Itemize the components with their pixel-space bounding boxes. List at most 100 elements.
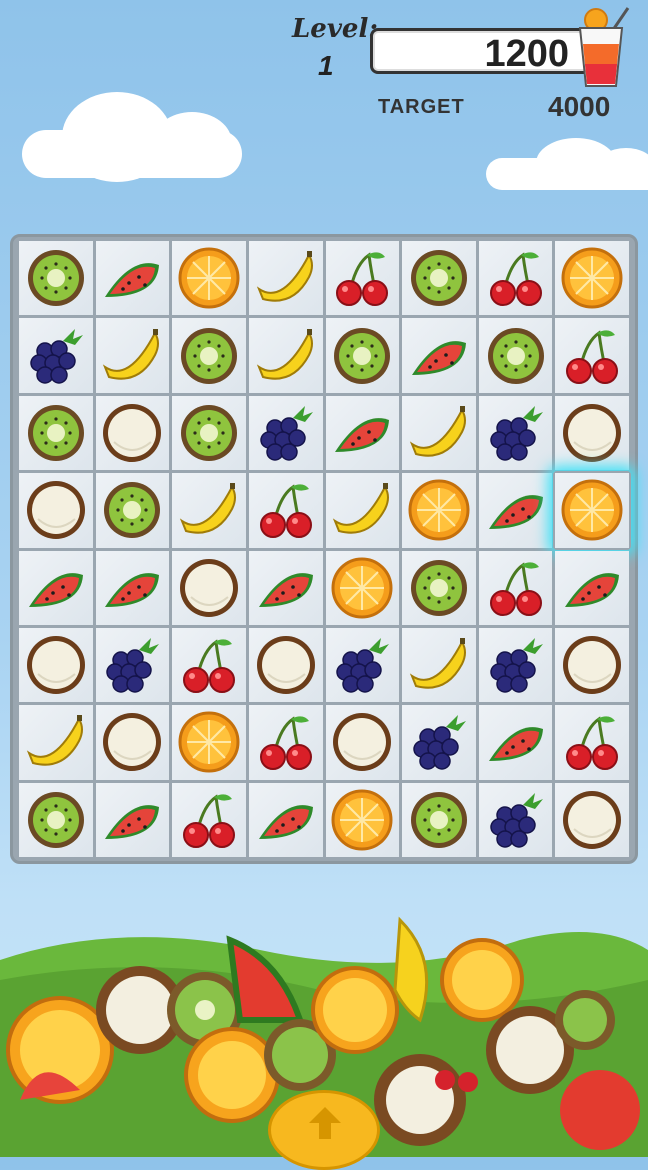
- blackberry-icon: [489, 638, 543, 693]
- board-cell[interactable]: [95, 395, 170, 471]
- board-cell[interactable]: [402, 782, 476, 857]
- board-cell[interactable]: [555, 782, 629, 857]
- board-cell[interactable]: [95, 782, 170, 857]
- board-cell[interactable]: [478, 550, 553, 625]
- kiwi-icon: [27, 791, 84, 848]
- coconut-icon: [180, 558, 239, 617]
- kiwi-icon: [181, 404, 238, 461]
- watermelon-icon: [565, 572, 620, 607]
- board-cell[interactable]: [248, 241, 323, 316]
- board-cell[interactable]: [325, 782, 400, 857]
- board-cell[interactable]: [555, 318, 629, 393]
- board-cell[interactable]: [172, 705, 246, 780]
- board-cell[interactable]: [555, 395, 629, 471]
- board-cell[interactable]: [172, 395, 246, 471]
- board-cell[interactable]: [402, 550, 476, 625]
- coconut-icon: [256, 636, 315, 695]
- board-cell[interactable]: [172, 627, 246, 703]
- juice-glass-icon: [578, 7, 630, 87]
- board-cell[interactable]: [95, 318, 170, 393]
- cherry-icon: [566, 329, 619, 384]
- board-cell[interactable]: [555, 627, 629, 703]
- cherry-icon: [183, 794, 236, 848]
- watermelon-icon: [105, 263, 160, 298]
- cherry-icon: [259, 484, 312, 539]
- cherry-icon: [336, 252, 389, 307]
- board-cell[interactable]: [19, 550, 93, 625]
- board-cell[interactable]: [172, 241, 246, 316]
- board-cell[interactable]: [478, 473, 553, 548]
- board-cell[interactable]: [95, 705, 170, 780]
- orange-icon: [331, 789, 393, 851]
- board-cell[interactable]: [478, 318, 553, 393]
- board-cell[interactable]: [325, 395, 400, 471]
- kiwi-icon: [181, 327, 238, 384]
- board-cell[interactable]: [95, 473, 170, 548]
- board-cell[interactable]: [172, 318, 246, 393]
- board-cell[interactable]: [248, 550, 323, 625]
- board-cell[interactable]: [95, 241, 170, 316]
- orange-icon: [561, 247, 623, 309]
- board-cell[interactable]: [402, 241, 476, 316]
- cherry-icon: [259, 716, 312, 771]
- board-cell[interactable]: [19, 241, 93, 316]
- board-cell[interactable]: [402, 318, 476, 393]
- kiwi-icon: [410, 559, 467, 616]
- board-cell[interactable]: [402, 395, 476, 471]
- board-cell[interactable]: [555, 241, 629, 316]
- board-cell[interactable]: [19, 782, 93, 857]
- board-cell[interactable]: [248, 627, 323, 703]
- board-cell[interactable]: [19, 318, 93, 393]
- board-cell[interactable]: [19, 627, 93, 703]
- board-cell[interactable]: [19, 473, 93, 548]
- board-cell[interactable]: [19, 705, 93, 780]
- game-board: [10, 234, 638, 864]
- board-cell[interactable]: [325, 627, 400, 703]
- board-cell[interactable]: [478, 395, 553, 471]
- board-cell-selected[interactable]: [555, 473, 629, 548]
- watermelon-icon: [258, 804, 313, 839]
- board-cell[interactable]: [248, 318, 323, 393]
- banana-icon: [409, 405, 466, 457]
- board-cell[interactable]: [555, 705, 629, 780]
- board-cell[interactable]: [402, 627, 476, 703]
- board-cell[interactable]: [19, 395, 93, 471]
- orange-icon: [178, 711, 240, 773]
- board-cell[interactable]: [325, 318, 400, 393]
- blackberry-icon: [259, 405, 313, 461]
- board-cell[interactable]: [248, 705, 323, 780]
- board-cell[interactable]: [95, 550, 170, 625]
- kiwi-icon: [104, 482, 161, 539]
- board-cell[interactable]: [248, 782, 323, 857]
- watermelon-icon: [488, 727, 543, 762]
- cherry-icon: [566, 716, 619, 771]
- watermelon-icon: [28, 572, 83, 607]
- coconut-icon: [26, 481, 85, 540]
- banana-icon: [333, 483, 390, 534]
- board-cell[interactable]: [248, 473, 323, 548]
- coconut-icon: [563, 403, 622, 462]
- cloud: [22, 92, 242, 182]
- board-cell[interactable]: [172, 550, 246, 625]
- coconut-icon: [26, 636, 85, 695]
- board-cell[interactable]: [325, 705, 400, 780]
- board-cell[interactable]: [402, 473, 476, 548]
- board-cell[interactable]: [478, 627, 553, 703]
- board-cell[interactable]: [95, 627, 170, 703]
- board-cell[interactable]: [325, 473, 400, 548]
- watermelon-icon: [335, 418, 390, 452]
- kiwi-icon: [334, 327, 391, 384]
- board-cell[interactable]: [478, 241, 553, 316]
- cherry-icon: [489, 252, 542, 307]
- board-cell[interactable]: [172, 782, 246, 857]
- board-cell[interactable]: [555, 550, 629, 625]
- orange-icon: [561, 479, 623, 541]
- up-button[interactable]: [268, 1090, 380, 1170]
- board-cell[interactable]: [478, 705, 553, 780]
- board-cell[interactable]: [478, 782, 553, 857]
- board-cell[interactable]: [325, 550, 400, 625]
- board-cell[interactable]: [248, 395, 323, 471]
- board-cell[interactable]: [172, 473, 246, 548]
- board-cell[interactable]: [325, 241, 400, 316]
- board-cell[interactable]: [402, 705, 476, 780]
